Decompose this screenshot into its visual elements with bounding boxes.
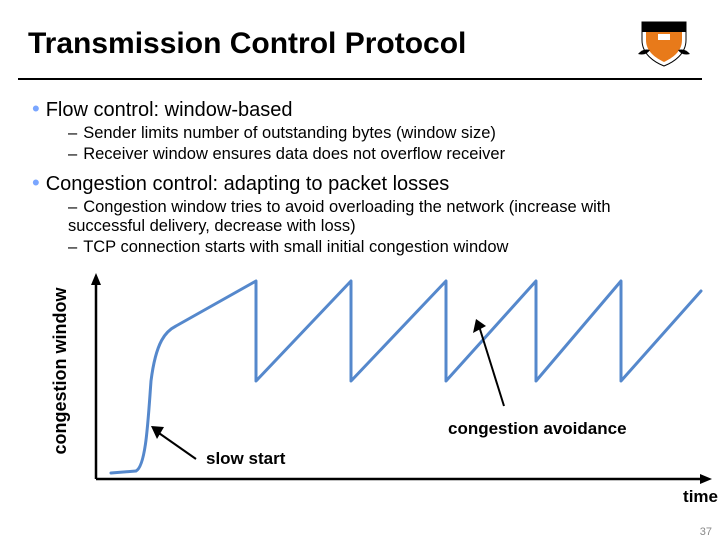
sub-bullet-text: TCP connection starts with small initial… bbox=[83, 238, 508, 256]
sub-bullet: –Receiver window ensures data does not o… bbox=[68, 145, 692, 164]
page-number: 37 bbox=[700, 526, 712, 538]
slide: Transmission Control Protocol • Flow cont… bbox=[0, 0, 720, 540]
title-underline bbox=[18, 78, 702, 80]
bullet-dot-icon: • bbox=[32, 170, 40, 195]
dash-icon: – bbox=[68, 198, 77, 216]
bullet-flow-control: • Flow control: window-based bbox=[32, 96, 692, 122]
sub-bullet: –TCP connection starts with small initia… bbox=[68, 238, 692, 257]
content-area: •Flow control: window-based –Sender limi… bbox=[0, 86, 720, 501]
sub-bullet: –Sender limits number of outstanding byt… bbox=[68, 124, 692, 143]
congestion-chart: congestion window bbox=[56, 271, 716, 501]
sub-bullet-text: Sender limits number of outstanding byte… bbox=[83, 124, 496, 142]
sub-bullet-text: Congestion window tries to avoid overloa… bbox=[68, 198, 611, 235]
slide-title: Transmission Control Protocol bbox=[28, 27, 466, 61]
dash-icon: – bbox=[68, 145, 77, 163]
dash-icon: – bbox=[68, 124, 77, 142]
annotation-slow-start: slow start bbox=[206, 449, 285, 469]
x-axis-label: time bbox=[683, 487, 718, 507]
title-row: Transmission Control Protocol bbox=[0, 0, 720, 78]
annotation-congestion-avoidance: congestion avoidance bbox=[448, 419, 627, 439]
y-axis-label: congestion window bbox=[50, 271, 71, 471]
arrow-slow-start-icon bbox=[151, 426, 196, 459]
tcp-line bbox=[111, 281, 701, 473]
princeton-crest-icon bbox=[636, 18, 692, 70]
chart-svg bbox=[56, 271, 716, 501]
sub-bullet: –Congestion window tries to avoid overlo… bbox=[68, 198, 692, 236]
bullet-dot-icon: • bbox=[32, 96, 40, 121]
sub-bullet-text: Receiver window ensures data does not ov… bbox=[83, 145, 505, 163]
bullet-congestion-control: • Congestion control: adapting to packet … bbox=[32, 170, 692, 196]
bullet-text: Flow control: window-based bbox=[46, 99, 293, 121]
bullet-text: Congestion control: adapting to packet l… bbox=[46, 173, 450, 195]
dash-icon: – bbox=[68, 238, 77, 256]
axes bbox=[91, 273, 712, 484]
